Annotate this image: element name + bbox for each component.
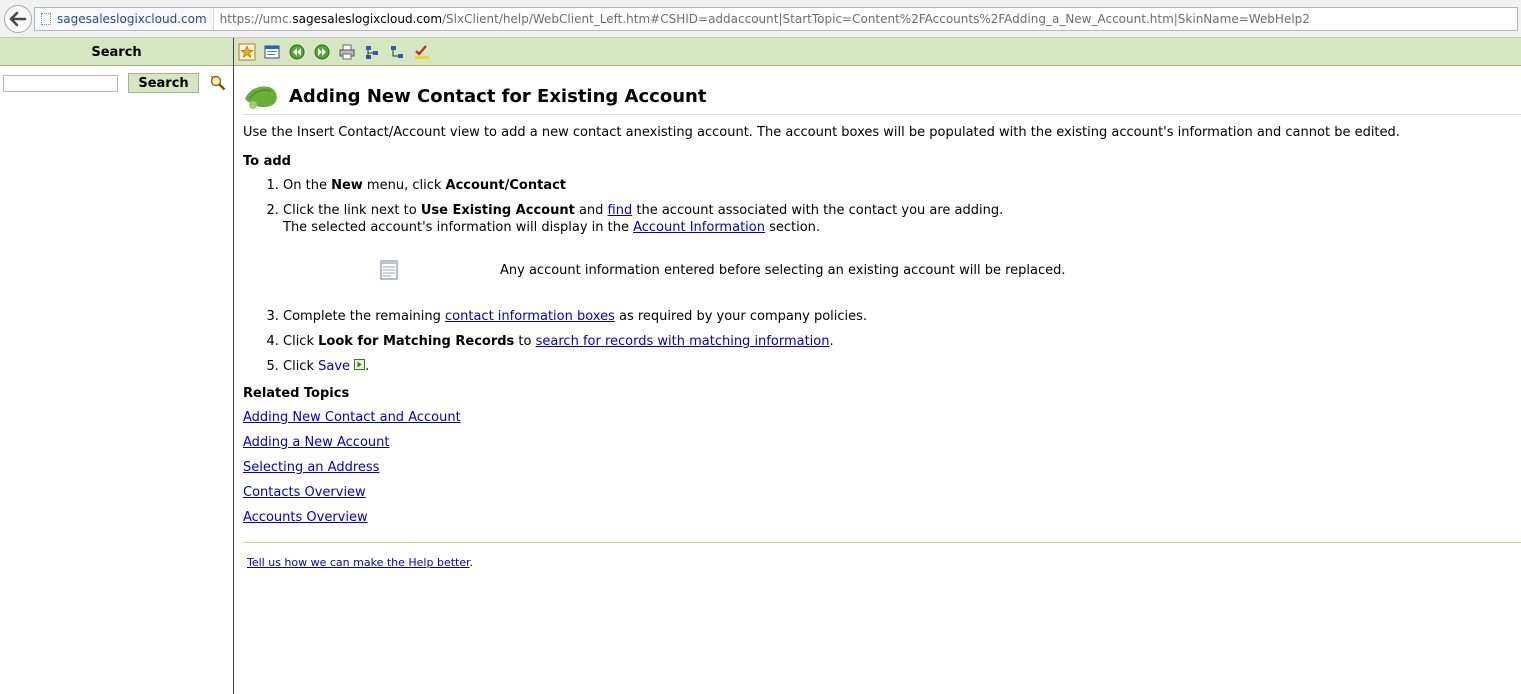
related-topics-list: Adding New Contact and Account Adding a … [243,409,1521,526]
back-button[interactable] [4,5,32,33]
back-arrow-icon [9,11,27,27]
related-topic-link[interactable]: Accounts Overview [243,510,368,525]
note-icon [379,259,399,281]
step-text-bold: Look for Matching Records [318,334,515,349]
related-topic-link[interactable]: Contacts Overview [243,485,366,500]
step-text: the account associated with the contact … [632,203,1004,218]
step-text: The selected account's information will … [283,220,634,235]
highlight-search-button[interactable] [209,74,227,92]
topic-content: Adding New Contact for Existing Account … [243,78,1521,569]
browser-address-bar: sagesaleslogixcloud.com https://umc.sage… [0,0,1521,38]
next-topic-button[interactable] [311,41,333,63]
quick-help-button[interactable] [236,41,258,63]
site-identity-label: sagesaleslogixcloud.com [57,12,207,26]
toc-button[interactable] [261,41,283,63]
print-icon [339,44,355,59]
procedure-steps-continued: Complete the remaining contact informati… [243,308,1521,375]
page-title: Adding New Contact for Existing Account [289,85,707,107]
procedure-steps: On the New menu, click Account/Contact C… [243,177,1521,236]
feedback-period: . [469,556,474,569]
step-text: section. [764,220,821,235]
related-topic-link[interactable]: Adding New Contact and Account [243,410,461,425]
step-item: Click Save . [283,358,1521,375]
step-text: to [514,334,536,349]
step-text: . [365,359,370,374]
previous-topic-button[interactable] [286,41,308,63]
account-information-link[interactable]: Account Information [633,220,765,235]
page-icon [41,13,51,25]
magnifier-highlight-icon [210,75,226,91]
find-link[interactable]: find [608,203,633,218]
expand-all-icon [366,45,378,59]
step-text-bold: New [331,178,363,193]
procedure-heading: To add [243,154,291,169]
contact-information-boxes-link[interactable]: contact information boxes [445,309,615,324]
related-topics-heading: Related Topics [243,386,350,401]
step-text: Complete the remaining [283,309,446,324]
step-item: Click the link next to Use Existing Acco… [283,202,1521,236]
intro-text: Use the Insert Contact/Account view to a… [243,125,1400,140]
step-item: On the New menu, click Account/Contact [283,177,1521,194]
url-path: /SlxClient/help/WebClient_Left.htm#CSHID… [442,12,1310,26]
print-button[interactable] [336,41,358,63]
step-text: menu, click [362,178,446,193]
search-row: Search [3,73,227,93]
footer-divider [243,542,1521,543]
step-text-bold: Account/Contact [445,178,567,193]
nav-pane-header: Search [0,38,233,66]
search-button[interactable]: Search [128,73,199,93]
step-text: Click [283,334,319,349]
topic-header: Adding New Contact for Existing Account [243,78,1521,115]
save-link[interactable]: Save [318,359,350,374]
help-toolbar [234,38,1521,66]
related-topic-link[interactable]: Adding a New Account [243,435,389,450]
collapse-all-button[interactable] [386,41,408,63]
step-text-bold: Use Existing Account [420,203,575,218]
save-icon [354,359,366,370]
related-topic-link[interactable]: Selecting an Address [243,460,379,475]
site-identity[interactable]: sagesaleslogixcloud.com [35,8,214,30]
url-host: sagesaleslogixcloud.com [292,12,443,26]
search-input[interactable] [3,74,118,92]
note-text: Any account information entered before s… [500,262,1066,278]
url-prefix: https://umc. [219,12,293,26]
step-text: Click [283,359,319,374]
step-text: as required by your company policies. [614,309,868,324]
quick-help-icon [238,43,256,60]
step-item: Complete the remaining contact informati… [283,308,1521,325]
url-text[interactable]: https://umc.sagesaleslogixcloud.com/SlxC… [214,12,1310,26]
toc-icon [264,45,280,58]
previous-topic-icon [289,44,305,59]
pane-splitter[interactable] [233,38,234,694]
step-item: Click Look for Matching Records to searc… [283,333,1521,350]
step-text: . [829,334,834,349]
url-field[interactable]: sagesaleslogixcloud.com https://umc.sage… [34,7,1518,31]
search-matching-records-link[interactable]: search for records with matching informa… [536,334,830,349]
step-text: and [574,203,608,218]
feedback-line: Tell us how we can make the Help better. [247,556,1521,569]
remove-highlight-icon [415,44,429,59]
next-topic-icon [314,44,330,59]
feedback-link[interactable]: Tell us how we can make the Help better [247,556,470,569]
step-text: On the [283,178,332,193]
collapse-all-icon [391,45,403,58]
sage-leaf-icon [245,86,277,109]
step-text: Click the link next to [283,203,421,218]
remove-highlight-button[interactable] [411,41,433,63]
note-block: Any account information entered before s… [243,250,1521,290]
expand-all-button[interactable] [361,41,383,63]
